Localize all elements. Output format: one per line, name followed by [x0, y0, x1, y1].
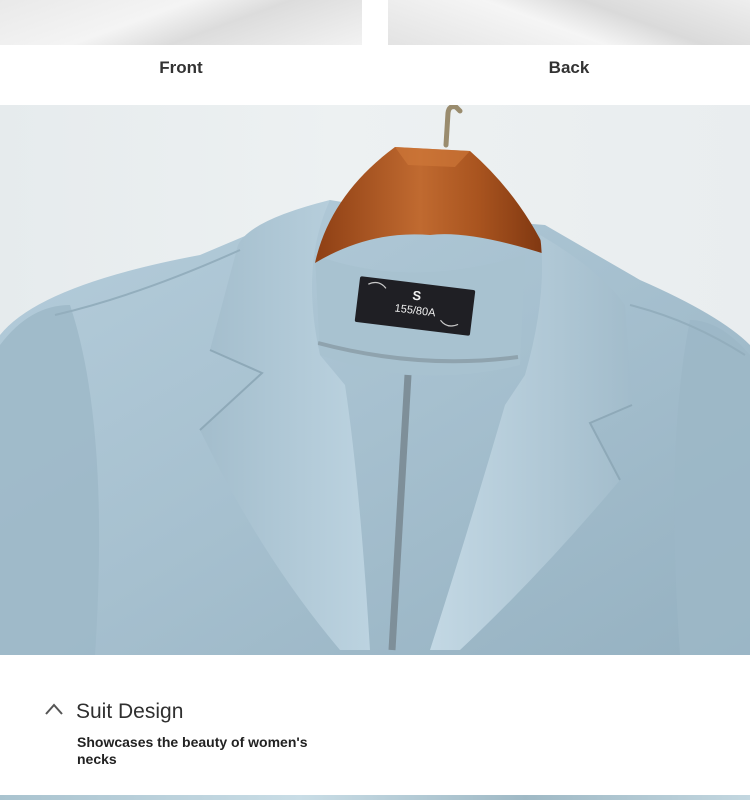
view-thumbnails: [0, 0, 750, 45]
back-caption: Back: [548, 58, 590, 77]
front-caption: Front: [159, 58, 203, 77]
back-view-image[interactable]: [388, 0, 750, 45]
feature-description: Showcases the beauty of women's necks: [77, 734, 308, 767]
product-detail-image: S 155/80A: [0, 105, 750, 655]
feature-info: [0, 655, 750, 795]
feature-title: Suit Design: [76, 700, 184, 723]
front-view-image[interactable]: [0, 0, 362, 45]
chevron-up-icon: [45, 703, 63, 715]
next-image-edge: [0, 795, 750, 800]
